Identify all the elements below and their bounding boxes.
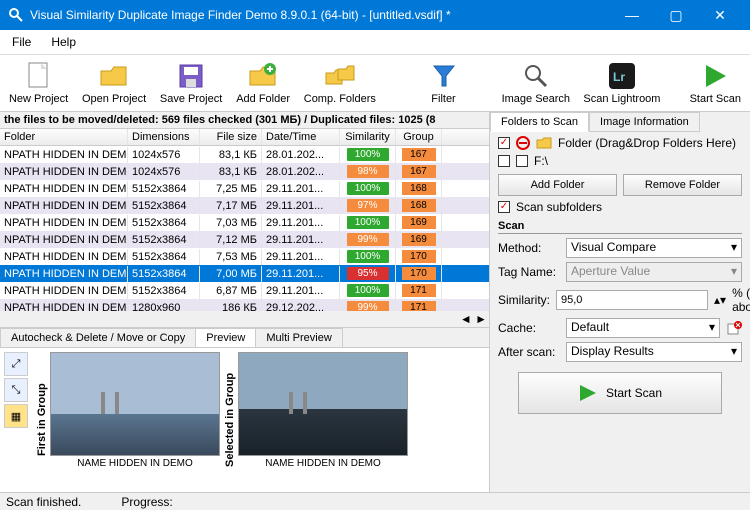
- method-label: Method:: [498, 241, 560, 255]
- save-project-button[interactable]: Save Project: [153, 59, 229, 107]
- document-icon: [24, 61, 54, 91]
- scan-section-header: Scan: [498, 220, 742, 234]
- col-dimensions[interactable]: Dimensions: [128, 129, 200, 145]
- status-text: Scan finished.: [6, 495, 81, 509]
- tab-preview[interactable]: Preview: [195, 328, 256, 347]
- menu-help[interactable]: Help: [43, 32, 84, 52]
- col-size[interactable]: File size: [200, 129, 262, 145]
- tab-autocheck[interactable]: Autocheck & Delete / Move or Copy: [0, 328, 196, 347]
- table-row[interactable]: NPATH HIDDEN IN DEMO5152x38647,03 МБ29.1…: [0, 214, 489, 231]
- col-date[interactable]: Date/Time: [262, 129, 340, 145]
- h-scrollbar[interactable]: ◄ ►: [0, 311, 489, 327]
- results-table: Folder Dimensions File size Date/Time Si…: [0, 129, 489, 327]
- compare-folders-icon: [325, 61, 355, 91]
- menu-file[interactable]: File: [4, 32, 39, 52]
- table-row[interactable]: NPATH HIDDEN IN DEMO5152x38647,17 МБ29.1…: [0, 197, 489, 214]
- new-project-button[interactable]: New Project: [2, 59, 75, 107]
- folder-drag-hint: Folder (Drag&Drop Folders Here): [558, 136, 736, 150]
- lightroom-icon: Lr: [607, 61, 637, 91]
- funnel-icon: [429, 61, 459, 91]
- close-button[interactable]: ✕: [698, 0, 742, 30]
- table-row[interactable]: NPATH HIDDEN IN DEMO1024x57683,1 КБ28.01…: [0, 146, 489, 163]
- spinner-icon[interactable]: ▴▾: [714, 293, 726, 307]
- window-title: Visual Similarity Duplicate Image Finder…: [30, 8, 610, 22]
- preview-panel: ⤢ ⤡ ▦ First in Group NAME HIDDEN IN DEMO…: [0, 347, 489, 492]
- folder-open-icon: [99, 61, 129, 91]
- open-project-button[interactable]: Open Project: [75, 59, 153, 107]
- col-folder[interactable]: Folder: [0, 129, 128, 145]
- remove-folder-button[interactable]: Remove Folder: [623, 174, 742, 196]
- first-thumbnail[interactable]: [50, 352, 220, 456]
- start-scan-toolbar-button[interactable]: Start Scan: [683, 59, 749, 107]
- table-row[interactable]: NPATH HIDDEN IN DEMO5152x38647,53 МБ29.1…: [0, 248, 489, 265]
- progress-label: Progress:: [121, 495, 172, 509]
- magnifier-icon: [521, 61, 551, 91]
- col-similarity[interactable]: Similarity: [340, 129, 396, 145]
- similarity-suffix: % (or above): [732, 286, 750, 314]
- first-caption: NAME HIDDEN IN DEMO: [77, 458, 193, 469]
- folder-checkbox-2b[interactable]: [516, 155, 528, 167]
- folder-icon: [536, 136, 552, 150]
- scroll-left-icon[interactable]: ◄: [460, 312, 472, 326]
- save-icon: [176, 61, 206, 91]
- filter-button[interactable]: Filter: [412, 59, 476, 107]
- folder-checkbox-1[interactable]: [498, 137, 510, 149]
- add-folder-button[interactable]: Add Folder: [229, 59, 297, 107]
- cache-label: Cache:: [498, 321, 560, 335]
- drive-label[interactable]: F:\: [534, 154, 548, 168]
- cache-select[interactable]: Default▾: [566, 318, 720, 338]
- maximize-button[interactable]: ▢: [654, 0, 698, 30]
- app-icon: [8, 7, 24, 23]
- similarity-input[interactable]: [556, 290, 708, 310]
- menubar: File Help: [0, 30, 750, 55]
- play-icon: [700, 61, 730, 91]
- after-scan-select[interactable]: Display Results▾: [566, 342, 742, 362]
- expand-icon[interactable]: ⤢: [4, 352, 28, 376]
- comp-folders-button[interactable]: Comp. Folders: [297, 59, 383, 107]
- folder-plus-icon: [248, 61, 278, 91]
- table-row[interactable]: NPATH HIDDEN IN DEMO1024x57683,1 КБ28.01…: [0, 163, 489, 180]
- no-entry-icon[interactable]: [516, 136, 530, 150]
- table-row[interactable]: NPATH HIDDEN IN DEMO5152x38646,87 МБ29.1…: [0, 282, 489, 299]
- table-row[interactable]: NPATH HIDDEN IN DEMO5152x38647,12 МБ29.1…: [0, 231, 489, 248]
- after-scan-label: After scan:: [498, 345, 560, 359]
- table-row[interactable]: NPATH HIDDEN IN DEMO1280x960186 КБ29.12.…: [0, 299, 489, 311]
- image-search-button[interactable]: Image Search: [495, 59, 577, 107]
- scan-subfolders-label: Scan subfolders: [516, 200, 602, 214]
- selected-thumbnail[interactable]: [238, 352, 408, 456]
- scan-lightroom-button[interactable]: Lr Scan Lightroom: [577, 59, 667, 107]
- statusbar: Scan finished. Progress:: [0, 492, 750, 510]
- tag-label: Tag Name:: [498, 265, 560, 279]
- table-row[interactable]: NPATH HIDDEN IN DEMO5152x38647,25 МБ29.1…: [0, 180, 489, 197]
- clear-cache-icon[interactable]: [726, 320, 742, 336]
- tab-multi-preview[interactable]: Multi Preview: [255, 328, 342, 347]
- titlebar: Visual Similarity Duplicate Image Finder…: [0, 0, 750, 30]
- start-scan-button[interactable]: Start Scan: [518, 372, 722, 414]
- scroll-right-icon[interactable]: ►: [475, 312, 487, 326]
- folder-checkbox-2[interactable]: [498, 155, 510, 167]
- tab-folders-to-scan[interactable]: Folders to Scan: [490, 112, 589, 132]
- tag-select: Aperture Value▾: [566, 262, 742, 282]
- selected-caption: NAME HIDDEN IN DEMO: [265, 458, 381, 469]
- preview-tabs: Autocheck & Delete / Move or Copy Previe…: [0, 327, 489, 347]
- minimize-button[interactable]: —: [610, 0, 654, 30]
- add-folder-side-button[interactable]: Add Folder: [498, 174, 617, 196]
- method-select[interactable]: Visual Compare▾: [566, 238, 742, 258]
- svg-text:Lr: Lr: [613, 70, 625, 84]
- similarity-label: Similarity:: [498, 293, 550, 307]
- toolbar: New Project Open Project Save Project Ad…: [0, 55, 750, 112]
- tab-image-information[interactable]: Image Information: [589, 112, 700, 132]
- summary-strip: the files to be moved/deleted: 569 files…: [0, 112, 489, 129]
- highlight-icon[interactable]: ▦: [4, 404, 28, 428]
- col-group[interactable]: Group: [396, 129, 442, 145]
- collapse-icon[interactable]: ⤡: [4, 378, 28, 402]
- scan-subfolders-checkbox[interactable]: [498, 201, 510, 213]
- selected-in-group-label: Selected in Group: [224, 352, 236, 488]
- table-row[interactable]: NPATH HIDDEN IN DEMO5152x38647,00 МБ29.1…: [0, 265, 489, 282]
- first-in-group-label: First in Group: [36, 352, 48, 488]
